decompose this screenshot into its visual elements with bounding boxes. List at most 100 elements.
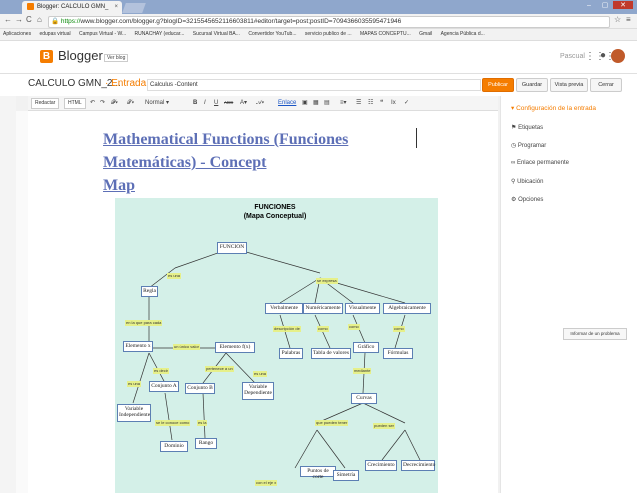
address-bar-row: ← → C ⌂ 🔒 https://www.blogger.com/blogge… (0, 14, 637, 29)
bookmark-item[interactable]: MAPAS CONCEPTU... (360, 31, 411, 37)
bookmark-item[interactable]: servicio publico de ... (305, 31, 352, 37)
user-name[interactable]: Pascual (560, 53, 585, 60)
blogger-brand[interactable]: Blogger (58, 48, 103, 63)
post-heading[interactable]: Mathematical Functions (Funciones Matemá… (103, 128, 423, 197)
back-arrow-icon[interactable]: ← (4, 15, 12, 24)
home-icon[interactable]: ⌂ (37, 15, 42, 24)
strikethrough-icon[interactable]: ABC (224, 96, 233, 110)
link-button[interactable]: Enlace (278, 96, 296, 110)
node-conjunto-a: Conjunto A (149, 381, 179, 392)
format-value: Normal (145, 100, 165, 106)
sidebar-item-labels[interactable]: ⚑ Etiquetas (511, 124, 543, 131)
breadcrumb: · Entrada (105, 78, 147, 89)
left-margin (0, 96, 16, 493)
tab-title: Blogger: CALCULO GMN_ (37, 4, 109, 10)
node-visualmente: Visualmente (345, 303, 380, 314)
location-pin-icon: ⚲ (511, 179, 516, 185)
minimize-button[interactable]: – (581, 2, 597, 9)
node-rango: Rango (195, 438, 217, 449)
clear-format-icon[interactable]: Ⅰx (391, 96, 396, 110)
html-tab[interactable]: HTML (64, 98, 86, 109)
sidebar-item-label: Enlace permanente (516, 160, 569, 166)
url-input[interactable]: 🔒 https://www.blogger.com/blogger.g?blog… (48, 16, 610, 28)
node-palabras: Palabras (279, 348, 303, 359)
node-algebraicamente: Algebraicamente (383, 303, 431, 314)
node-conjunto-b: Conjunto B (185, 383, 215, 394)
bookmark-item[interactable]: Convertidor YouTub... (248, 31, 296, 37)
report-problem-button[interactable]: Informar de un problema (563, 328, 627, 340)
publish-button[interactable]: Publicar (482, 78, 514, 92)
sidebar-item-schedule[interactable]: ◷ Programar (511, 142, 546, 149)
redo-icon[interactable]: ↷ (100, 96, 105, 110)
concept-map-image[interactable]: FUNCIONES (Mapa Conceptual) FUNCION Regl… (115, 198, 438, 493)
bookmark-item[interactable]: Agencia Pública d... (441, 31, 485, 37)
avatar[interactable] (611, 49, 625, 63)
save-button[interactable]: Guardar (516, 78, 548, 92)
reload-icon[interactable]: C (26, 15, 32, 24)
preview-button[interactable]: Vista previa (550, 78, 588, 92)
notifications-icon[interactable]: ● (600, 50, 606, 61)
format-select[interactable]: Normal ▾ (145, 96, 169, 110)
url-text: www.blogger.com/blogger.g?blogID=3215545… (80, 18, 402, 25)
font-size-icon[interactable]: 𝓣▾ (127, 96, 134, 110)
maximize-button[interactable]: ▢ (597, 1, 613, 9)
sidebar-item-options[interactable]: ⚙ Opciones (511, 196, 543, 203)
post-settings-header[interactable]: ▾ Configuración de la entrada (511, 104, 596, 112)
underline-icon[interactable]: U (214, 96, 218, 110)
bookmark-item[interactable]: Gmail (419, 31, 432, 37)
bookmark-item[interactable]: Aplicaciones (3, 31, 31, 37)
bold-icon[interactable]: B (193, 96, 197, 110)
close-button[interactable]: Cerrar (590, 78, 622, 92)
node-variable-dependiente: Variable Dependiente (242, 382, 274, 400)
bookmark-item[interactable]: RUNACHAY (educar... (135, 31, 185, 37)
video-icon[interactable]: ▦ (313, 96, 319, 110)
undo-icon[interactable]: ↶ (90, 96, 95, 110)
text-color-icon[interactable]: A▾ (240, 96, 247, 110)
align-icon[interactable]: ≡▾ (340, 96, 347, 110)
image-icon[interactable]: ▣ (302, 96, 308, 110)
sidebar-item-permalink[interactable]: ∞ Enlace permanente (511, 160, 569, 166)
italic-icon[interactable]: I (204, 96, 206, 110)
link-label: con el eje x (255, 480, 278, 486)
compose-tab[interactable]: Redactar (31, 98, 60, 109)
new-tab-button[interactable] (122, 3, 146, 13)
window-close-button[interactable]: ✕ (613, 1, 633, 9)
window-controls: – ▢ ✕ (581, 1, 633, 11)
jump-break-icon[interactable]: ▤ (324, 96, 330, 110)
post-settings-sidebar: ▾ Configuración de la entrada ⚑ Etiqueta… (500, 96, 637, 493)
node-curvas: Curvas (351, 393, 377, 404)
bookmark-item[interactable]: Sucursal Virtual BA... (193, 31, 240, 37)
star-icon[interactable]: ☆ (614, 15, 621, 24)
link-label: pertenece a un (205, 366, 234, 372)
bookmark-item[interactable]: Campus Virtual - W... (79, 31, 126, 37)
map-title: FUNCIONES (254, 204, 296, 211)
highlight-icon[interactable]: 𝒜▾ (256, 96, 264, 110)
node-decrecimiento: Decrecimiento (401, 460, 435, 471)
tab-close-icon[interactable]: × (114, 1, 118, 14)
link-icon: ∞ (511, 160, 516, 166)
browser-tab[interactable]: Blogger: CALCULO GMN_ × (22, 1, 122, 14)
blogger-logo-icon[interactable]: B (40, 50, 53, 63)
post-title-input[interactable]: Calculus -Content (147, 79, 481, 91)
bookmark-item[interactable]: edupas virtual (39, 31, 70, 37)
link-label: como (348, 324, 360, 330)
node-elemento-fx: Elemento f(x) (215, 342, 255, 353)
numbered-list-icon[interactable]: ☰ (356, 96, 361, 110)
link-label: como (393, 326, 405, 332)
text-cursor (416, 128, 417, 148)
sidebar-item-label: Programar (517, 143, 547, 149)
spellcheck-icon[interactable]: ✓ (404, 96, 409, 110)
view-blog-button[interactable]: Ver blog (104, 54, 129, 62)
forward-arrow-icon[interactable]: → (15, 15, 23, 24)
editor-gutter (16, 111, 28, 493)
clock-icon: ◷ (511, 143, 517, 149)
menu-icon[interactable]: ≡ (626, 15, 631, 24)
link-label: descripción de (273, 326, 301, 332)
bullet-list-icon[interactable]: ☷ (368, 96, 373, 110)
tag-icon: ⚑ (511, 125, 517, 131)
font-family-icon[interactable]: 𝓕▾ (111, 96, 118, 110)
sidebar-item-location[interactable]: ⚲ Ubicación (511, 178, 543, 185)
post-title-bar: CALCULO GMN_2... · Entrada Calculus -Con… (0, 74, 637, 96)
link-label: un único valor (173, 344, 200, 350)
quote-icon[interactable]: ❝ (380, 96, 383, 110)
